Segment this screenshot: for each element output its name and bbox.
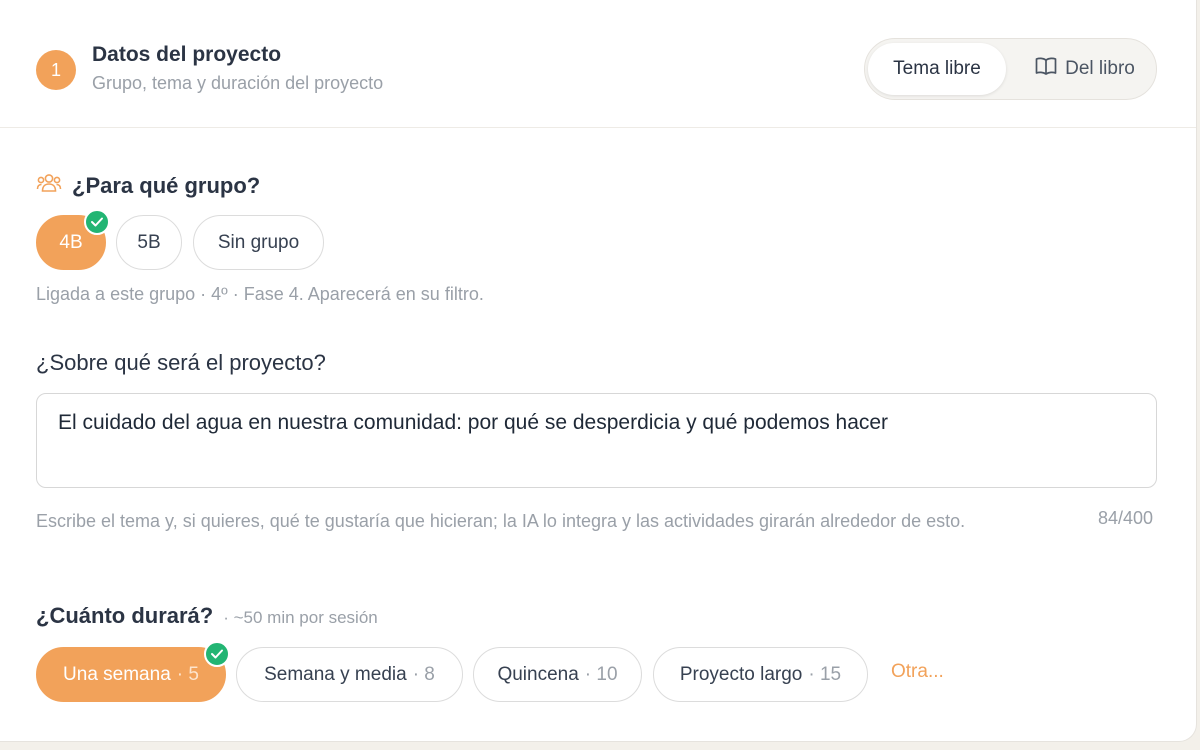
duration-option-label: Quincena: [497, 663, 579, 685]
duration-chip-quincena[interactable]: Quincena · 10: [473, 647, 642, 702]
duration-sublabel: · ~50 min por sesión: [223, 608, 378, 627]
book-icon: [1035, 56, 1057, 82]
duration-option-count: · 15: [808, 663, 842, 685]
duration-question: ¿Cuánto durará?: [36, 603, 214, 628]
duration-chip-semana-y-media[interactable]: Semana y media · 8: [236, 647, 463, 702]
group-chip-sin-grupo[interactable]: Sin grupo: [193, 215, 324, 270]
topic-textarea[interactable]: El cuidado del agua en nuestra comunidad…: [36, 393, 1157, 488]
check-icon: [84, 209, 110, 235]
del-libro-label: Del libro: [1065, 58, 1135, 79]
mode-toggle: Tema libre Del libro: [864, 38, 1157, 100]
project-data-card: 1 Datos del proyecto Grupo, tema y durac…: [0, 0, 1197, 742]
duration-option-count: · 10: [584, 663, 618, 685]
step-number-badge: 1: [36, 50, 76, 90]
topic-help-text: Escribe el tema y, si quieres, qué te gu…: [36, 511, 966, 531]
character-counter: 84/400: [1097, 508, 1153, 528]
tema-libre-button[interactable]: Tema libre: [868, 43, 1006, 95]
duration-option-count: · 5: [176, 663, 199, 685]
del-libro-button[interactable]: Del libro: [1015, 43, 1155, 95]
card-header: 1 Datos del proyecto Grupo, tema y durac…: [0, 0, 1196, 128]
group-section-label: ¿Para qué grupo?: [36, 172, 260, 199]
group-question: ¿Para qué grupo?: [72, 172, 261, 198]
duration-section-label: ¿Cuánto durará? · ~50 min por sesión: [36, 603, 378, 629]
duration-option-label: Proyecto largo: [679, 663, 803, 685]
group-icon: [36, 172, 62, 199]
duration-option-label: Una semana: [63, 663, 171, 685]
page-subtitle: Grupo, tema y duración del proyecto: [92, 73, 384, 93]
duration-option-count: · 8: [412, 663, 435, 685]
page-title: Datos del proyecto: [92, 43, 282, 66]
group-chip-5b[interactable]: 5B: [116, 215, 182, 270]
other-duration-link[interactable]: Otra...: [891, 661, 944, 683]
group-hint: Ligada a este grupo · 4º · Fase 4. Apare…: [36, 284, 484, 304]
check-icon: [204, 641, 230, 667]
duration-option-label: Semana y media: [264, 663, 407, 685]
topic-question: ¿Sobre qué será el proyecto?: [36, 350, 326, 375]
duration-chip-una-semana[interactable]: Una semana · 5: [36, 647, 226, 702]
duration-chip-proyecto-largo[interactable]: Proyecto largo · 15: [653, 647, 868, 702]
